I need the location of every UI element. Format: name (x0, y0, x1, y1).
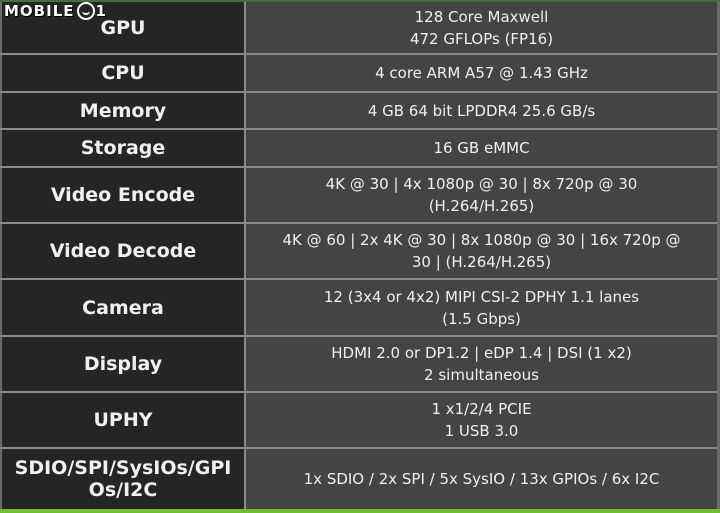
spec-label-display: Display (0, 335, 246, 393)
spec-value-gpu: 128 Core Maxwell 472 GFLOPs (FP16) (244, 2, 720, 55)
spec-value-uphy: 1 x1/2/4 PCIE 1 USB 3.0 (244, 391, 720, 449)
spec-value-video-decode: 4K @ 60 | 2x 4K @ 30 | 8x 1080p @ 30 | 1… (244, 222, 720, 280)
bottom-accent-bar (0, 509, 720, 513)
table-row: Storage 16 GB eMMC (0, 128, 720, 168)
spec-label-camera: Camera (0, 278, 246, 337)
spec-value-io: 1x SDIO / 2x SPI / 5x SysIO / 13x GPIOs … (244, 447, 720, 509)
spec-table: GPU 128 Core Maxwell 472 GFLOPs (FP16) C… (0, 2, 720, 509)
spec-label-video-encode: Video Encode (0, 166, 246, 224)
table-row: UPHY 1 x1/2/4 PCIE 1 USB 3.0 (0, 391, 720, 449)
table-row: Memory 4 GB 64 bit LPDDR4 25.6 GB/s (0, 91, 720, 130)
spec-value-storage: 16 GB eMMC (244, 128, 720, 168)
spec-label-cpu: CPU (0, 53, 246, 93)
spec-value-cpu: 4 core ARM A57 @ 1.43 GHz (244, 53, 720, 93)
table-row: GPU 128 Core Maxwell 472 GFLOPs (FP16) (0, 2, 720, 55)
table-row: Video Decode 4K @ 60 | 2x 4K @ 30 | 8x 1… (0, 222, 720, 280)
table-row: Camera 12 (3x4 or 4x2) MIPI CSI-2 DPHY 1… (0, 278, 720, 337)
watermark-brand: MOBILE (4, 2, 75, 20)
spec-value-display: HDMI 2.0 or DP1.2 | eDP 1.4 | DSI (1 x2)… (244, 335, 720, 393)
spec-label-io: SDIO/SPI/SysIOs/GPIOs/I2C (0, 447, 246, 509)
spec-label-storage: Storage (0, 128, 246, 168)
table-row: Display HDMI 2.0 or DP1.2 | eDP 1.4 | DS… (0, 335, 720, 393)
spec-label-memory: Memory (0, 91, 246, 130)
spec-value-camera: 12 (3x4 or 4x2) MIPI CSI-2 DPHY 1.1 lane… (244, 278, 720, 337)
spec-label-uphy: UPHY (0, 391, 246, 449)
table-row: Video Encode 4K @ 30 | 4x 1080p @ 30 | 8… (0, 166, 720, 224)
table-row: SDIO/SPI/SysIOs/GPIOs/I2C 1x SDIO / 2x S… (0, 447, 720, 509)
devil-face-icon (76, 2, 95, 20)
spec-label-video-decode: Video Decode (0, 222, 246, 280)
watermark-logo: MOBILE 1 (4, 2, 107, 20)
spec-value-video-encode: 4K @ 30 | 4x 1080p @ 30 | 8x 720p @ 30 (… (244, 166, 720, 224)
spec-value-memory: 4 GB 64 bit LPDDR4 25.6 GB/s (244, 91, 720, 130)
watermark-suffix: 1 (95, 2, 107, 20)
table-row: CPU 4 core ARM A57 @ 1.43 GHz (0, 53, 720, 93)
